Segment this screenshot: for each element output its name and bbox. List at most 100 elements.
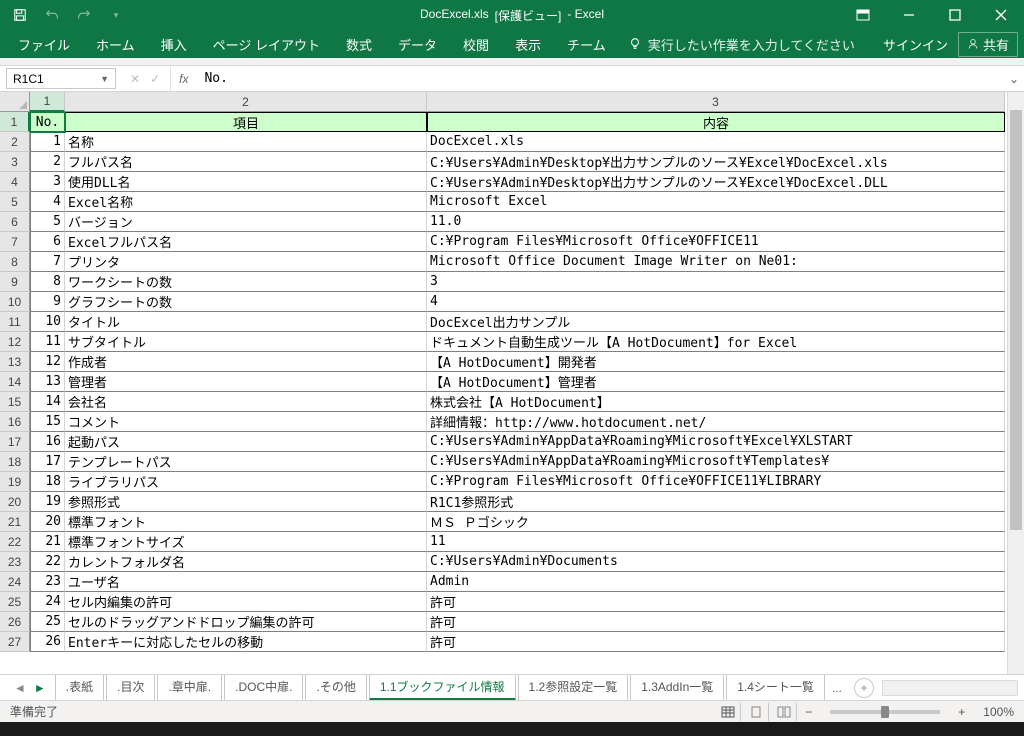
select-all-corner[interactable] — [0, 92, 30, 112]
page-layout-view-icon[interactable] — [743, 703, 769, 721]
cell-no[interactable]: 25 — [30, 612, 65, 632]
cell-value[interactable]: 許可 — [427, 592, 1005, 612]
cell-no[interactable]: 16 — [30, 432, 65, 452]
name-box-dropdown-icon[interactable]: ▼ — [100, 74, 109, 84]
cell-item[interactable]: 使用DLL名 — [65, 172, 427, 192]
cell-value[interactable]: 11.0 — [427, 212, 1005, 232]
cells-area[interactable]: No.項目内容1名称DocExcel.xls2フルパス名C:¥Users¥Adm… — [30, 112, 1007, 674]
cell-item[interactable]: ワークシートの数 — [65, 272, 427, 292]
cell-r1c2[interactable]: 項目 — [65, 112, 427, 132]
scroll-thumb[interactable] — [1010, 110, 1022, 530]
cell-value[interactable]: R1C1参照形式 — [427, 492, 1005, 512]
row-header-18[interactable]: 18 — [0, 452, 30, 472]
col-header-2[interactable]: 2 — [65, 92, 427, 112]
cell-value[interactable]: C:¥Users¥Admin¥AppData¥Roaming¥Microsoft… — [427, 432, 1005, 452]
cell-item[interactable]: 参照形式 — [65, 492, 427, 512]
cancel-formula-icon[interactable]: ✕ — [130, 72, 140, 86]
ribbon-display-icon[interactable] — [840, 0, 886, 30]
cell-item[interactable]: Excel名称 — [65, 192, 427, 212]
cell-no[interactable]: 7 — [30, 252, 65, 272]
cell-value[interactable]: 3 — [427, 272, 1005, 292]
fx-icon[interactable]: fx — [171, 72, 196, 86]
cell-item[interactable]: 作成者 — [65, 352, 427, 372]
row-header-25[interactable]: 25 — [0, 592, 30, 612]
zoom-slider[interactable] — [830, 710, 940, 714]
add-sheet-icon[interactable]: + — [854, 678, 874, 698]
cell-no[interactable]: 20 — [30, 512, 65, 532]
cell-item[interactable]: 標準フォント — [65, 512, 427, 532]
cell-item[interactable]: ライブラリパス — [65, 472, 427, 492]
cell-value[interactable]: 4 — [427, 292, 1005, 312]
cell-value[interactable]: 【A HotDocument】開発者 — [427, 352, 1005, 372]
tab-file[interactable]: ファイル — [6, 31, 82, 58]
cell-value[interactable]: Admin — [427, 572, 1005, 592]
cell-no[interactable]: 17 — [30, 452, 65, 472]
cell-value[interactable]: 許可 — [427, 632, 1005, 652]
col-header-1[interactable]: 1 — [30, 92, 65, 112]
cell-item[interactable]: カレントフォルダ名 — [65, 552, 427, 572]
cell-no[interactable]: 19 — [30, 492, 65, 512]
cell-value[interactable]: ドキュメント自動生成ツール【A HotDocument】for Excel — [427, 332, 1005, 352]
cell-item[interactable]: 会社名 — [65, 392, 427, 412]
tab-review[interactable]: 校閲 — [451, 31, 501, 58]
row-header-13[interactable]: 13 — [0, 352, 30, 372]
row-header-15[interactable]: 15 — [0, 392, 30, 412]
cell-item[interactable]: テンプレートパス — [65, 452, 427, 472]
cell-value[interactable]: C:¥Users¥Admin¥Documents — [427, 552, 1005, 572]
cell-no[interactable]: 4 — [30, 192, 65, 212]
cell-value[interactable]: DocExcel出力サンプル — [427, 312, 1005, 332]
cell-no[interactable]: 6 — [30, 232, 65, 252]
cell-item[interactable]: バージョン — [65, 212, 427, 232]
page-break-view-icon[interactable] — [771, 703, 797, 721]
tab-view[interactable]: 表示 — [503, 31, 553, 58]
horizontal-scrollbar[interactable] — [882, 680, 1018, 696]
cell-no[interactable]: 12 — [30, 352, 65, 372]
row-header-6[interactable]: 6 — [0, 212, 30, 232]
cell-no[interactable]: 1 — [30, 132, 65, 152]
row-header-9[interactable]: 9 — [0, 272, 30, 292]
cell-item[interactable]: グラフシートの数 — [65, 292, 427, 312]
row-header-11[interactable]: 11 — [0, 312, 30, 332]
cell-value[interactable]: C:¥Program Files¥Microsoft Office¥OFFICE… — [427, 472, 1005, 492]
cell-no[interactable]: 24 — [30, 592, 65, 612]
row-header-22[interactable]: 22 — [0, 532, 30, 552]
row-header-21[interactable]: 21 — [0, 512, 30, 532]
row-header-26[interactable]: 26 — [0, 612, 30, 632]
row-header-12[interactable]: 12 — [0, 332, 30, 352]
cell-item[interactable]: タイトル — [65, 312, 427, 332]
cell-no[interactable]: 14 — [30, 392, 65, 412]
tell-me-search[interactable]: 実行したい作業を入力してください — [628, 35, 855, 54]
row-header-2[interactable]: 2 — [0, 132, 30, 152]
cell-item[interactable]: 名称 — [65, 132, 427, 152]
row-header-8[interactable]: 8 — [0, 252, 30, 272]
row-header-3[interactable]: 3 — [0, 152, 30, 172]
row-header-16[interactable]: 16 — [0, 412, 30, 432]
sheet-nav-next-icon[interactable]: ► — [34, 681, 46, 695]
cell-item[interactable]: Enterキーに対応したセルの移動 — [65, 632, 427, 652]
cell-item[interactable]: Excelフルパス名 — [65, 232, 427, 252]
expand-formula-bar-icon[interactable]: ⌄ — [1004, 72, 1024, 86]
minimize-icon[interactable] — [886, 0, 932, 30]
tab-home[interactable]: ホーム — [84, 31, 147, 58]
cell-value[interactable]: DocExcel.xls — [427, 132, 1005, 152]
cell-no[interactable]: 15 — [30, 412, 65, 432]
cell-value[interactable]: 【A HotDocument】管理者 — [427, 372, 1005, 392]
cell-value[interactable]: C:¥Users¥Admin¥AppData¥Roaming¥Microsoft… — [427, 452, 1005, 472]
sheet-tab[interactable]: .その他 — [305, 675, 366, 701]
cell-item[interactable]: 標準フォントサイズ — [65, 532, 427, 552]
cell-item[interactable]: サブタイトル — [65, 332, 427, 352]
cell-no[interactable]: 9 — [30, 292, 65, 312]
cell-no[interactable]: 22 — [30, 552, 65, 572]
sheet-tab[interactable]: .目次 — [106, 675, 155, 701]
col-header-3[interactable]: 3 — [427, 92, 1005, 112]
tab-insert[interactable]: 挿入 — [149, 31, 199, 58]
zoom-out-icon[interactable]: − — [799, 705, 818, 719]
vertical-scrollbar[interactable] — [1007, 92, 1024, 674]
cell-value[interactable]: ＭＳ Ｐゴシック — [427, 512, 1005, 532]
cell-no[interactable]: 23 — [30, 572, 65, 592]
row-header-7[interactable]: 7 — [0, 232, 30, 252]
tab-data[interactable]: データ — [386, 31, 449, 58]
sheet-more[interactable]: ... — [826, 681, 848, 695]
cell-value[interactable]: 株式会社【A HotDocument】 — [427, 392, 1005, 412]
normal-view-icon[interactable] — [715, 703, 741, 721]
